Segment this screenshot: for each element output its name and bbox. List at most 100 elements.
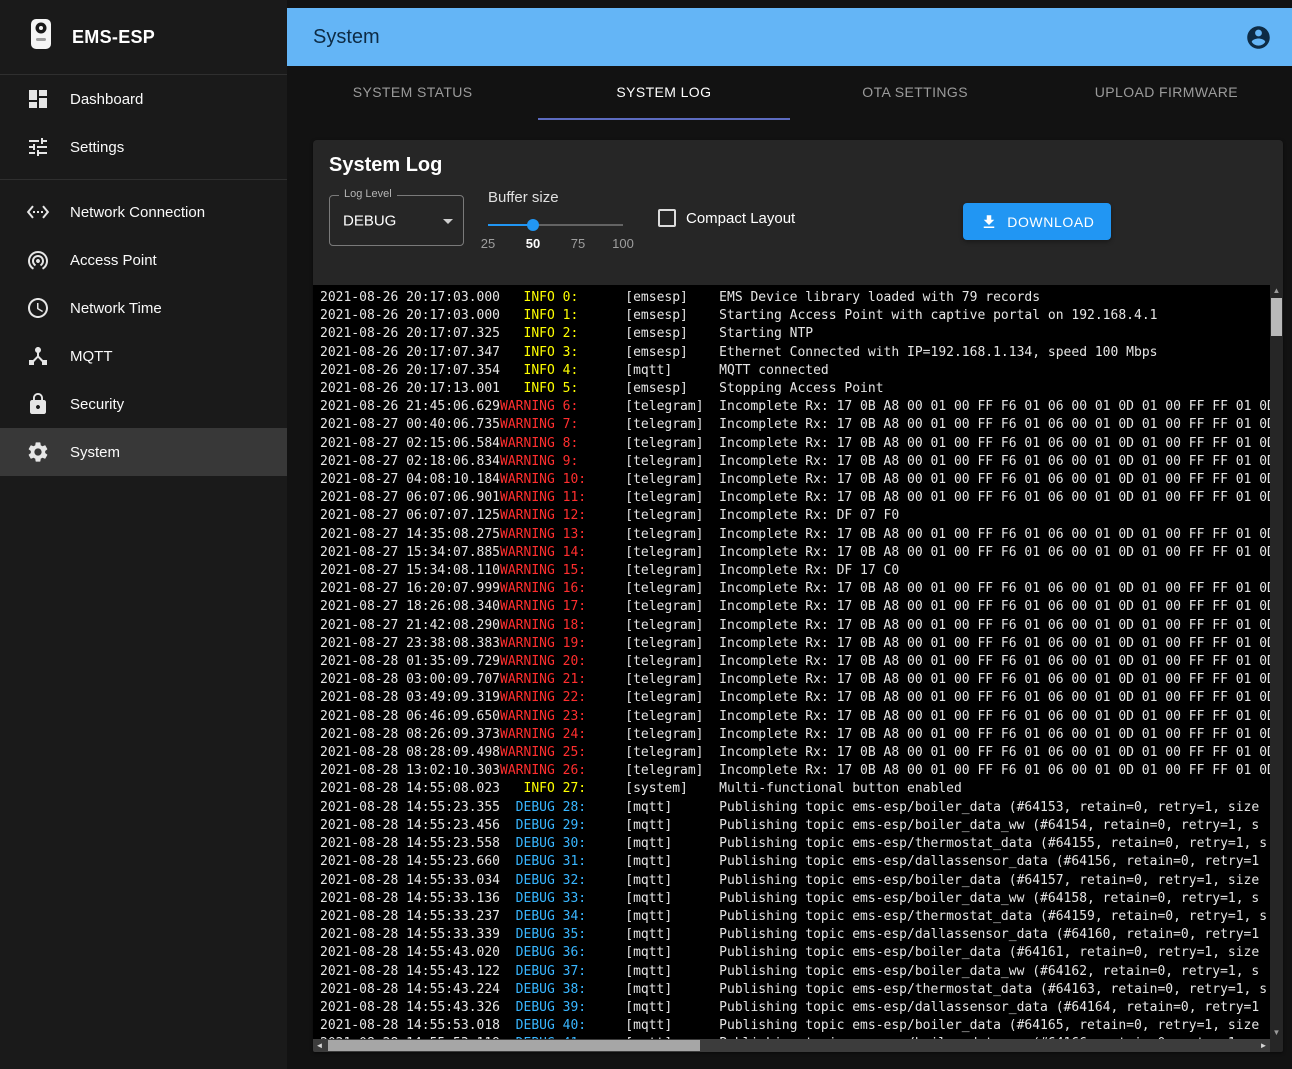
account-circle-icon[interactable] (1245, 24, 1272, 51)
log-line: 2021-08-27 21:42:08.290WARNING 18: [tele… (320, 617, 1283, 635)
log-line: 2021-08-27 15:34:07.885WARNING 14: [tele… (320, 544, 1283, 562)
tab-upload-firmware[interactable]: UPLOAD FIRMWARE (1041, 66, 1292, 120)
tab-system-status[interactable]: SYSTEM STATUS (287, 66, 538, 120)
log-line: 2021-08-28 14:55:43.020 DEBUG 36: [mqtt]… (320, 944, 1283, 962)
buffer-size-group: Buffer size 255075100 (488, 189, 630, 254)
card-header: System Log Log Level DEBUG Buffer size (313, 140, 1283, 285)
log-line: 2021-08-26 20:17:07.347 INFO 3: [emsesp]… (320, 344, 1283, 362)
divider (0, 179, 287, 180)
sidebar-item-dashboard[interactable]: Dashboard (0, 75, 287, 123)
tune-icon (26, 135, 50, 159)
log-line: 2021-08-28 08:26:09.373WARNING 24: [tele… (320, 726, 1283, 744)
ethernet-icon (26, 200, 50, 224)
log-line: 2021-08-28 14:55:43.326 DEBUG 39: [mqtt]… (320, 999, 1283, 1017)
log-level-value: DEBUG (343, 212, 396, 229)
appbar: System (287, 8, 1292, 66)
sidebar-item-system[interactable]: System (0, 428, 287, 476)
log-line: 2021-08-27 16:20:07.999WARNING 16: [tele… (320, 580, 1283, 598)
tab-ota-settings[interactable]: OTA SETTINGS (790, 66, 1041, 120)
sidebar-item-network-time[interactable]: Network Time (0, 284, 287, 332)
download-icon (980, 213, 998, 231)
scroll-left-icon[interactable]: ◄ (313, 1039, 326, 1052)
sidebar-item-label: Dashboard (70, 91, 143, 108)
log-line: 2021-08-27 06:07:06.901WARNING 11: [tele… (320, 489, 1283, 507)
log-line: 2021-08-28 14:55:08.023 INFO 27: [system… (320, 780, 1283, 798)
log-level-select[interactable]: Log Level DEBUG (329, 195, 464, 246)
log-line: 2021-08-28 14:55:23.660 DEBUG 31: [mqtt]… (320, 853, 1283, 871)
log-level-label: Log Level (339, 188, 397, 200)
scroll-right-icon[interactable]: ► (1257, 1039, 1270, 1052)
scroll-up-icon[interactable]: ▲ (1270, 285, 1283, 297)
log-line: 2021-08-26 20:17:07.325 INFO 2: [emsesp]… (320, 325, 1283, 343)
sidebar-item-label: Settings (70, 139, 124, 156)
log-line: 2021-08-26 20:17:13.001 INFO 5: [emsesp]… (320, 380, 1283, 398)
card-title: System Log (329, 154, 1267, 177)
log-line: 2021-08-26 20:17:03.000 INFO 1: [emsesp]… (320, 307, 1283, 325)
download-button[interactable]: DOWNLOAD (963, 203, 1111, 240)
sidebar-item-network-connection[interactable]: Network Connection (0, 188, 287, 236)
scroll-down-icon[interactable]: ▼ (1270, 1027, 1283, 1039)
slider-mark-50[interactable]: 50 (526, 236, 540, 251)
compact-layout-checkbox[interactable]: Compact Layout (658, 209, 795, 227)
sidebar-item-label: Security (70, 396, 124, 413)
sidebar-item-settings[interactable]: Settings (0, 123, 287, 171)
compact-layout-label: Compact Layout (686, 210, 795, 227)
wifi-tethering-icon (26, 248, 50, 272)
sidebar-item-label: Network Connection (70, 204, 205, 221)
tab-bar: SYSTEM STATUSSYSTEM LOGOTA SETTINGSUPLOA… (287, 66, 1292, 120)
app-root: EMS-ESP Dashboard Settings Network Connect… (0, 0, 1292, 1069)
app-logo-icon (28, 17, 54, 58)
log-line: 2021-08-27 23:38:08.383WARNING 19: [tele… (320, 635, 1283, 653)
log-line: 2021-08-27 15:34:08.110WARNING 15: [tele… (320, 562, 1283, 580)
page-title: System (313, 26, 1245, 49)
device-hub-icon (26, 344, 50, 368)
log-line: 2021-08-28 14:55:23.456 DEBUG 29: [mqtt]… (320, 817, 1283, 835)
log-line: 2021-08-28 08:28:09.498WARNING 25: [tele… (320, 744, 1283, 762)
log-line: 2021-08-28 14:55:33.136 DEBUG 33: [mqtt]… (320, 890, 1283, 908)
sidebar-item-label: MQTT (70, 348, 113, 365)
app-header: EMS-ESP (0, 0, 287, 74)
log-line: 2021-08-28 14:55:43.224 DEBUG 38: [mqtt]… (320, 981, 1283, 999)
slider-mark-75[interactable]: 75 (571, 236, 585, 251)
horizontal-scroll-thumb[interactable] (328, 1040, 700, 1051)
horizontal-scrollbar[interactable]: ◄ ► (313, 1039, 1270, 1052)
log-lines: 2021-08-26 20:17:03.000 INFO 0: [emsesp]… (313, 285, 1283, 1052)
sidebar-item-mqtt[interactable]: MQTT (0, 332, 287, 380)
slider-thumb[interactable] (527, 219, 539, 231)
log-line: 2021-08-28 14:55:23.558 DEBUG 30: [mqtt]… (320, 835, 1283, 853)
dashboard-icon (26, 87, 50, 111)
log-line: 2021-08-28 01:35:09.729WARNING 20: [tele… (320, 653, 1283, 671)
log-line: 2021-08-27 04:08:10.184WARNING 10: [tele… (320, 471, 1283, 489)
tab-system-log[interactable]: SYSTEM LOG (538, 66, 789, 120)
sidebar: EMS-ESP Dashboard Settings Network Connect… (0, 0, 287, 1069)
slider-mark-100[interactable]: 100 (612, 236, 634, 251)
log-line: 2021-08-28 13:02:10.303WARNING 26: [tele… (320, 762, 1283, 780)
log-line: 2021-08-28 03:00:09.707WARNING 21: [tele… (320, 671, 1283, 689)
log-line: 2021-08-28 14:55:33.237 DEBUG 34: [mqtt]… (320, 908, 1283, 926)
sidebar-item-label: System (70, 444, 120, 461)
sidebar-item-label: Network Time (70, 300, 162, 317)
buffer-size-slider[interactable] (488, 218, 623, 232)
main-area: System SYSTEM STATUSSYSTEM LOGOTA SETTIN… (287, 0, 1292, 1069)
app-title: EMS-ESP (72, 27, 155, 48)
sidebar-item-access-point[interactable]: Access Point (0, 236, 287, 284)
sidebar-item-security[interactable]: Security (0, 380, 287, 428)
slider-marks: 255075100 (488, 236, 630, 254)
log-console[interactable]: 2021-08-26 20:17:03.000 INFO 0: [emsesp]… (313, 285, 1283, 1052)
lock-icon (26, 392, 50, 416)
vertical-scrollbar[interactable]: ▲ ▼ (1270, 285, 1283, 1039)
log-line: 2021-08-27 14:35:08.275WARNING 13: [tele… (320, 526, 1283, 544)
log-line: 2021-08-27 02:18:06.834WARNING 9: [teleg… (320, 453, 1283, 471)
log-controls: Log Level DEBUG Buffer size 2550751 (329, 189, 1267, 254)
log-line: 2021-08-28 14:55:23.355 DEBUG 28: [mqtt]… (320, 799, 1283, 817)
buffer-size-label: Buffer size (488, 189, 630, 206)
vertical-scroll-thumb[interactable] (1271, 298, 1282, 336)
slider-mark-25[interactable]: 25 (481, 236, 495, 251)
log-line: 2021-08-27 18:26:08.340WARNING 17: [tele… (320, 598, 1283, 616)
clock-icon (26, 296, 50, 320)
gear-icon (26, 440, 50, 464)
log-line: 2021-08-26 20:17:07.354 INFO 4: [mqtt] M… (320, 362, 1283, 380)
checkbox-box-icon (658, 209, 676, 227)
sidebar-nav: Dashboard Settings Network Connection Acces… (0, 75, 287, 476)
log-line: 2021-08-28 03:49:09.319WARNING 22: [tele… (320, 689, 1283, 707)
